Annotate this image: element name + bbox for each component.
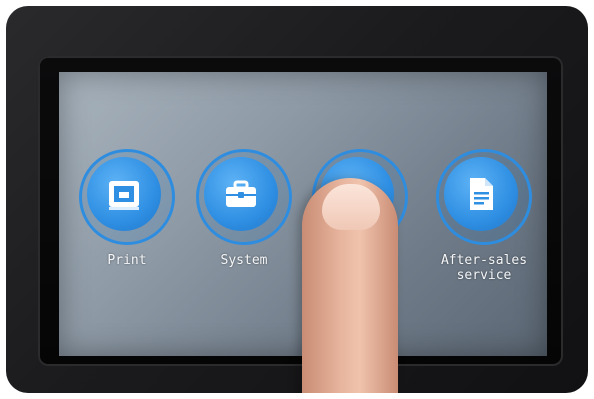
printer-icon <box>109 181 139 210</box>
toolbox-icon <box>226 180 256 207</box>
document-icon <box>470 178 493 210</box>
after-sales-service-label: After-sales service <box>440 253 528 283</box>
fingernail <box>322 184 380 230</box>
system-disc <box>204 157 278 231</box>
after-sales-disc <box>444 157 518 231</box>
print-label: Print <box>107 253 147 268</box>
system-label: System <box>220 253 268 268</box>
print-disc <box>87 157 161 231</box>
pointing-finger <box>302 178 398 393</box>
device-photo: Print System After-sales service <box>6 6 588 393</box>
